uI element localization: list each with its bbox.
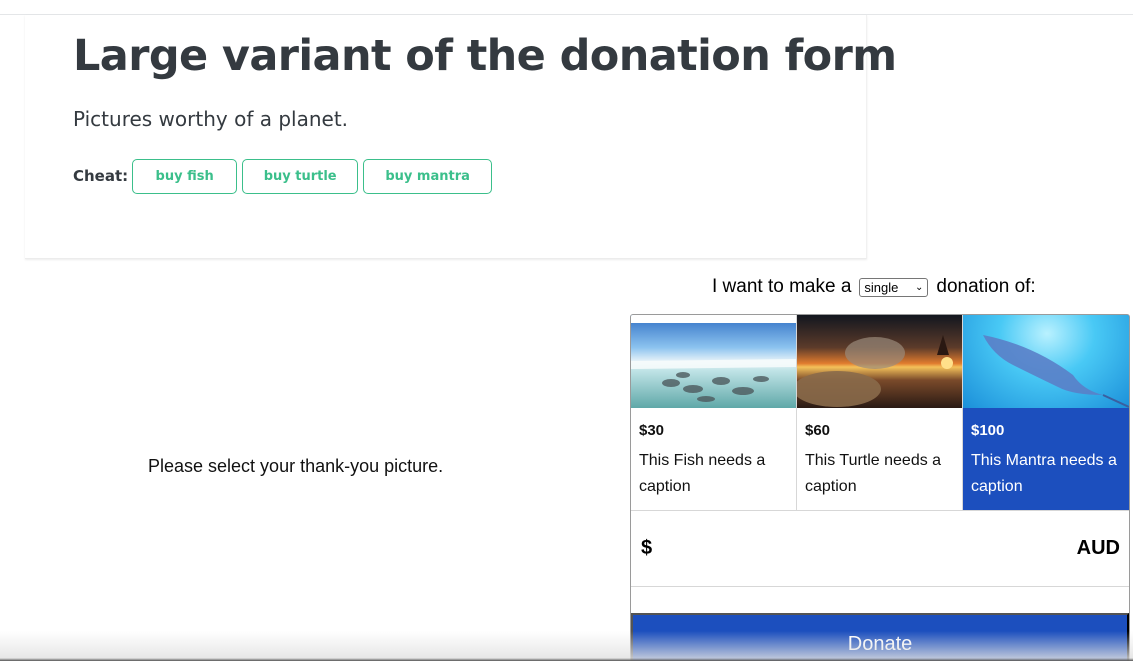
amount-field[interactable]: $ AUD [631, 511, 1129, 587]
picture-options: $30 This Fish needs a caption $60 This T… [631, 315, 1129, 511]
price-mantra: $100 [971, 422, 1005, 439]
donation-intro: I want to make a single ⌄ donation of: [712, 274, 1036, 300]
picture-option-mantra[interactable]: $100 This Mantra needs a caption [963, 315, 1129, 510]
price-turtle: $60 [805, 422, 831, 439]
donation-form: $30 This Fish needs a caption $60 This T… [630, 314, 1130, 661]
caption-mantra: This Mantra needs a caption [971, 452, 1117, 495]
cheat-label: Cheat: [73, 166, 129, 185]
intro-suffix: donation of: [936, 276, 1036, 297]
frequency-select[interactable]: single ⌄ [859, 277, 929, 297]
currency-code: AUD [1076, 537, 1120, 559]
price-fish: $30 [639, 422, 665, 439]
lead-text: Pictures worthy of a planet. [73, 107, 349, 131]
donate-button[interactable]: Donate [631, 613, 1129, 661]
picture-option-fish[interactable]: $30 This Fish needs a caption [631, 315, 797, 510]
select-picture-prompt: Please select your thank-you picture. [148, 456, 444, 476]
page-title: Large variant of the donation form [73, 31, 897, 81]
turtle-picture [797, 315, 962, 408]
currency-symbol: $ [641, 537, 653, 559]
chevron-down-icon: ⌄ [915, 281, 924, 293]
buy-turtle-button[interactable]: buy turtle [242, 159, 359, 194]
caption-fish: This Fish needs a caption [639, 452, 766, 495]
intro-prefix: I want to make a [712, 276, 852, 297]
hero-card: Large variant of the donation form Pictu… [25, 15, 897, 259]
fish-picture [631, 315, 796, 408]
buy-mantra-button[interactable]: buy mantra [363, 159, 493, 194]
mantra-picture [963, 315, 1129, 408]
caption-turtle: This Turtle needs a caption [805, 452, 942, 495]
top-bar [0, 0, 1133, 15]
buy-fish-button[interactable]: buy fish [132, 159, 238, 194]
picture-option-turtle[interactable]: $60 This Turtle needs a caption [797, 315, 963, 510]
frequency-value: single [864, 279, 899, 295]
cheat-toolbar: Cheat: buy fish buy turtle buy mantra [73, 159, 497, 194]
